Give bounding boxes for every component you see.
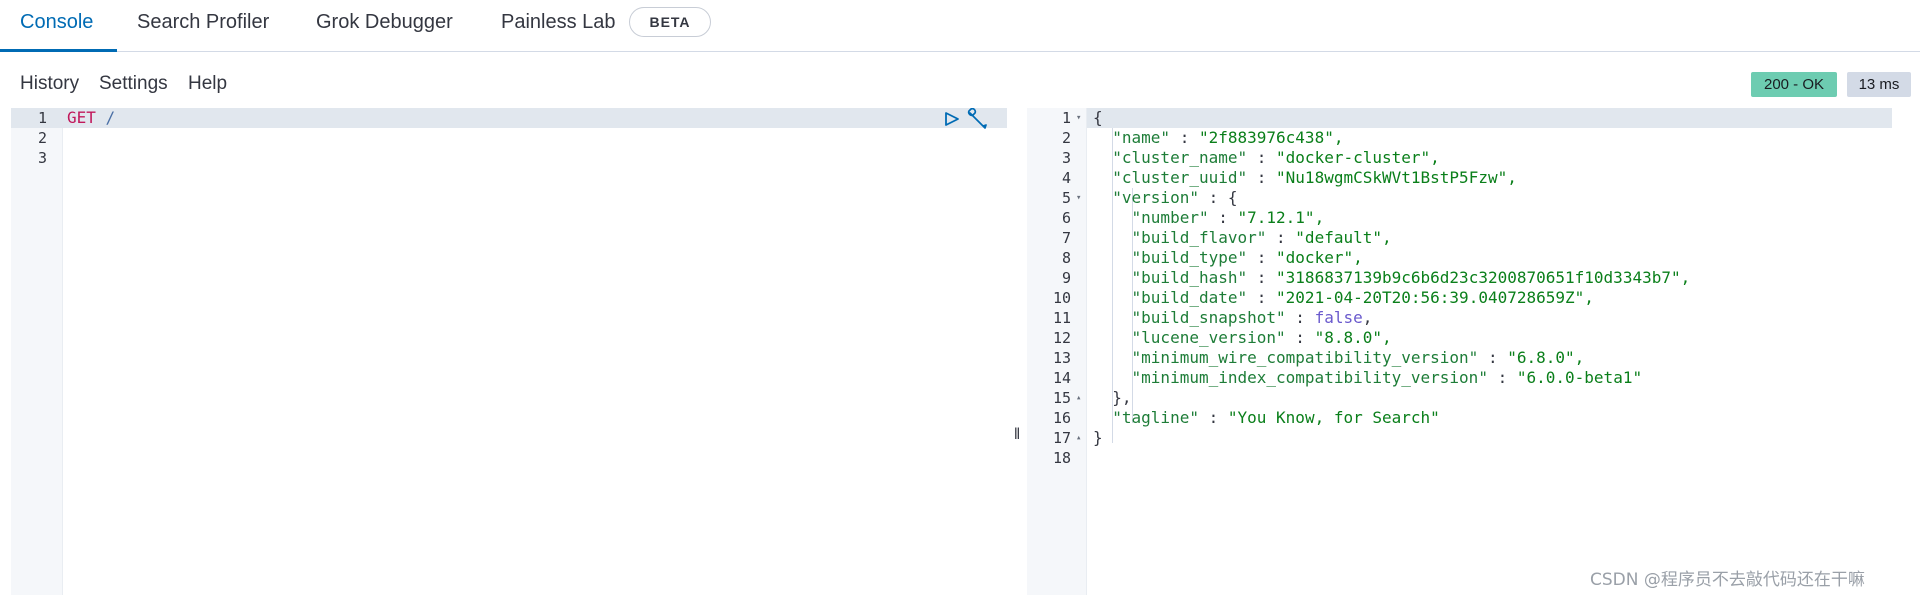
line-number: 2 [1061,129,1071,147]
request-time-badge: 13 ms [1847,72,1911,97]
line-number: 16 [1052,409,1071,427]
request-path: / [105,108,116,127]
tab-painless-lab[interactable]: Painless Lab [501,0,616,52]
line-number: 13 [1052,349,1071,367]
beta-badge: BETA [629,7,711,37]
watermark: CSDN @程序员不去敲代码还在干嘛 [1590,570,1865,590]
line-number: 1 [37,109,47,127]
settings-link[interactable]: Settings [99,73,168,95]
play-icon[interactable] [943,108,961,130]
json-line: "tagline" : "You Know, for Search" [1112,408,1440,427]
fold-toggle-icon[interactable]: ▴ [1076,388,1086,408]
line-number: 9 [1061,269,1071,287]
line-number: 8 [1061,249,1071,267]
resize-handle[interactable]: ‖ [1012,425,1022,445]
tab-grok-debugger[interactable]: Grok Debugger [316,0,453,52]
fold-toggle-icon[interactable]: ▾ [1076,108,1086,128]
line-number: 7 [1061,229,1071,247]
help-link[interactable]: Help [188,73,227,95]
json-line: "build_date" : "2021-04-20T20:56:39.0407… [1131,288,1594,307]
line-number: 14 [1052,369,1071,387]
json-line: "lucene_version" : "8.8.0", [1131,328,1392,347]
line-number: 2 [37,129,47,147]
json-line: "cluster_name" : "docker-cluster", [1112,148,1440,167]
fold-toggle-icon[interactable]: ▾ [1076,188,1086,208]
json-line: "minimum_index_compatibility_version" : … [1131,368,1643,387]
json-line: }, [1112,388,1132,407]
active-tab-indicator [0,49,117,52]
line-number: 17 [1052,429,1071,447]
line-number: 15 [1052,389,1071,407]
line-number: 1 [1061,109,1071,127]
status-badge: 200 - OK [1751,72,1837,97]
request-editor[interactable]: 1 2 3 GET / [11,108,1007,595]
tab-console[interactable]: Console [20,0,93,52]
json-line: "version" : { [1112,188,1238,207]
request-line: GET / [67,108,115,128]
line-number: 12 [1052,329,1071,347]
line-number: 3 [1061,149,1071,167]
request-gutter [11,108,63,595]
http-method: GET [67,108,96,127]
fold-toggle-icon[interactable]: ▴ [1076,428,1086,448]
json-line: { [1093,108,1103,127]
line-number: 10 [1052,289,1071,307]
json-line: "build_snapshot" : false, [1131,308,1373,327]
line-number: 3 [37,149,47,167]
line-number: 11 [1052,309,1071,327]
active-line-highlight [11,108,1007,128]
json-line: "build_type" : "docker", [1131,248,1363,267]
line-number: 18 [1052,449,1071,467]
history-link[interactable]: History [20,73,79,95]
tab-search-profiler[interactable]: Search Profiler [137,0,269,52]
active-line-highlight [1087,108,1892,128]
line-number: 4 [1061,169,1071,187]
json-line: "build_flavor" : "default", [1131,228,1392,247]
wrench-icon[interactable] [966,108,990,130]
json-line: "number" : "7.12.1", [1131,208,1325,227]
json-line: "name" : "2f883976c438", [1112,128,1344,147]
response-editor: 1 2 3 4 5 6 7 8 9 10 11 12 13 14 15 16 17 18 ▾ ▾ ▴ ▴ { "n… [1027,108,1892,595]
line-number: 6 [1061,209,1071,227]
app-tabs: Console Search Profiler Grok Debugger Pa… [0,0,1920,52]
json-line: "build_hash" : "3186837139b9c6b6d23c3200… [1131,268,1691,287]
line-number: 5 [1061,189,1071,207]
json-line: "minimum_wire_compatibility_version" : "… [1131,348,1585,367]
json-line: } [1093,428,1103,447]
json-line: "cluster_uuid" : "Nu18wgmCSkWVt1BstP5Fzw… [1112,168,1517,187]
